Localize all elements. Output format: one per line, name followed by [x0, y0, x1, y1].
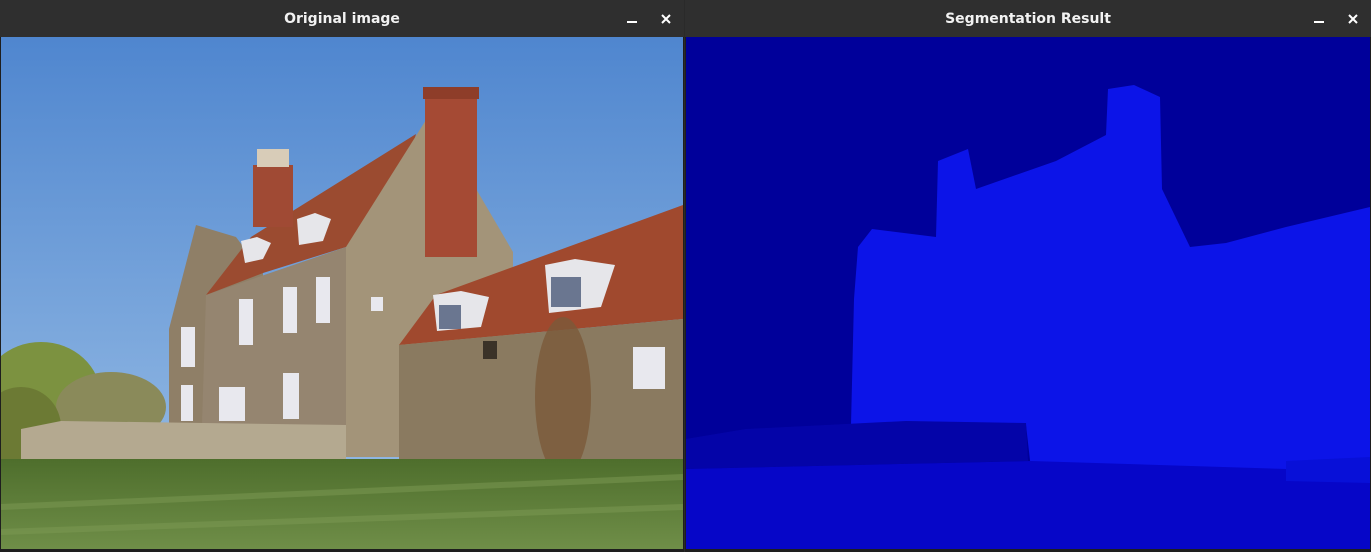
- segmentation-image: [686, 37, 1370, 549]
- window-title: Original image: [284, 10, 400, 27]
- minimize-button[interactable]: [622, 9, 642, 29]
- window-title: Segmentation Result: [945, 10, 1111, 27]
- segmentation-result-window: Segmentation Result: [685, 0, 1371, 552]
- original-image: [1, 37, 683, 549]
- minimize-button[interactable]: [1309, 9, 1329, 29]
- original-image-window: Original image: [0, 0, 684, 552]
- titlebar[interactable]: Segmentation Result: [685, 0, 1371, 38]
- titlebar[interactable]: Original image: [0, 0, 684, 38]
- close-icon: [1348, 14, 1358, 24]
- segmentation-mask: [686, 37, 1370, 549]
- close-button[interactable]: [656, 9, 676, 29]
- close-icon: [661, 14, 671, 24]
- house-photo: [1, 37, 683, 549]
- minimize-icon: [1314, 21, 1324, 23]
- segment-ground: [686, 461, 1370, 549]
- close-button[interactable]: [1343, 9, 1363, 29]
- minimize-icon: [627, 21, 637, 23]
- segment-patch: [1286, 457, 1370, 483]
